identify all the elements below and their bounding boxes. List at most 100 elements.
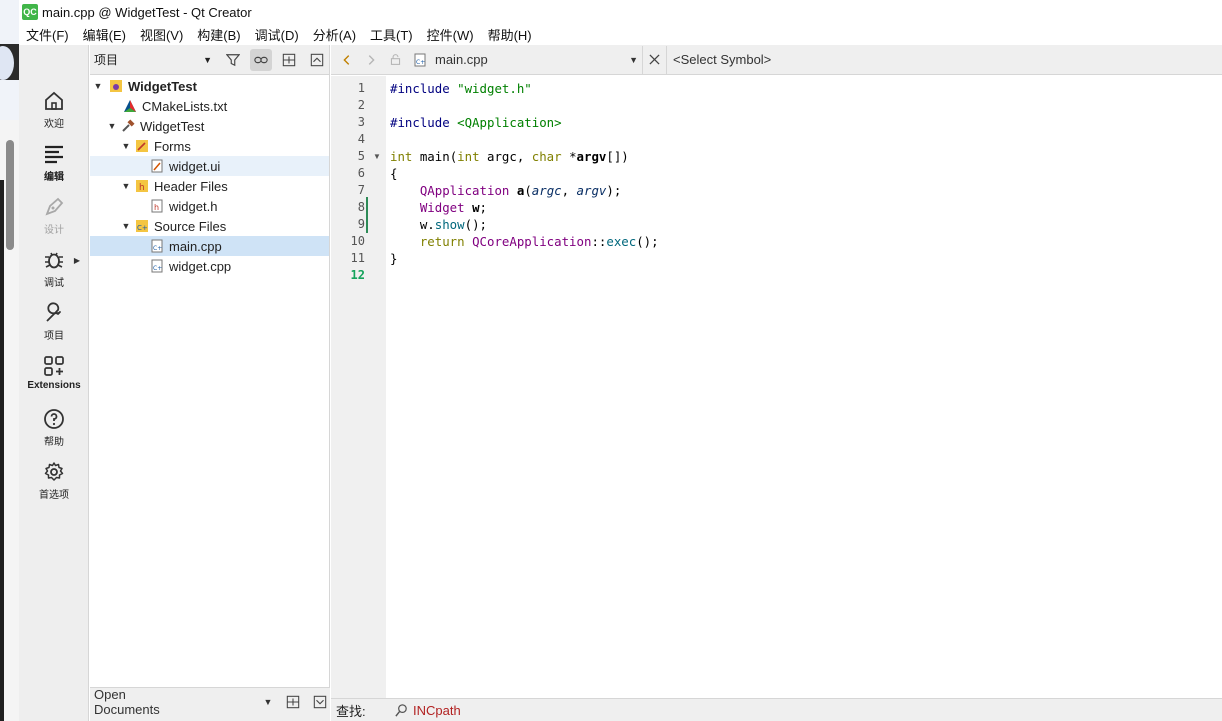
- search-icon: [395, 703, 407, 717]
- tree-item-label: widget.cpp: [169, 258, 232, 274]
- mode-preferences[interactable]: 首选项: [19, 454, 89, 506]
- code-line: w.show();: [419, 217, 487, 232]
- open-documents-selector[interactable]: Open Documents: [94, 687, 190, 717]
- tree-item-widget-h[interactable]: h widget.h: [90, 196, 329, 216]
- file-selector[interactable]: C+ main.cpp ▼: [407, 45, 643, 74]
- mode-debug[interactable]: 调试 ▶: [19, 242, 89, 294]
- title-bar: QC main.cpp @ WidgetTest - Qt Creator: [19, 0, 1222, 24]
- collapse-button[interactable]: [306, 49, 328, 71]
- expand-icon: [313, 695, 326, 709]
- tree-item-source-files[interactable]: ▼ C+ Source Files: [90, 216, 329, 236]
- desktop-edge: [0, 0, 19, 721]
- hammer-icon: [122, 119, 135, 132]
- split-button[interactable]: [278, 49, 300, 71]
- tree-item-widgettest-target[interactable]: ▼ WidgetTest: [90, 116, 329, 136]
- svg-text:C+: C+: [153, 245, 162, 252]
- find-input-value: INCpath: [413, 702, 461, 718]
- svg-text:C+: C+: [137, 224, 148, 232]
- find-input[interactable]: INCpath: [394, 703, 461, 718]
- add-split-icon: [282, 53, 296, 66]
- change-indicator: [366, 197, 368, 233]
- source-folder-icon: C+: [136, 220, 148, 232]
- menu-help[interactable]: 帮助(H): [481, 25, 539, 44]
- tree-item-main-cpp[interactable]: C+ main.cpp: [90, 236, 329, 256]
- find-bar: 查找: INCpath: [331, 698, 1222, 721]
- mode-projects[interactable]: 项目: [19, 295, 89, 347]
- expand-chevron-icon[interactable]: ▼: [120, 181, 132, 191]
- sync-link-button[interactable]: [250, 48, 272, 71]
- split-button[interactable]: [282, 691, 303, 713]
- expand-button[interactable]: [309, 691, 330, 713]
- find-label: 查找:: [336, 703, 366, 719]
- tree-item-widget-cpp[interactable]: C+ widget.cpp: [90, 256, 329, 276]
- view-selector[interactable]: 项目 ▼: [90, 45, 216, 75]
- menu-bar: 文件(F) 编辑(E) 视图(V) 构建(B) 调试(D) 分析(A) 工具(T…: [19, 24, 1222, 45]
- tree-item-label: main.cpp: [169, 238, 222, 254]
- window-title: main.cpp @ WidgetTest - Qt Creator: [42, 4, 252, 20]
- lock-button[interactable]: [383, 48, 407, 72]
- line-number-gutter: 1 2 3 4 5 6 7 8 9 10 11 12 ▼: [331, 76, 386, 698]
- chevron-down-icon: ▼: [629, 54, 638, 65]
- mode-label: 调试: [44, 278, 64, 289]
- tree-item-label: CMakeLists.txt: [142, 98, 228, 114]
- expand-chevron-icon[interactable]: ▼: [120, 221, 132, 231]
- menu-debug[interactable]: 调试(D): [248, 25, 306, 44]
- mode-welcome[interactable]: 欢迎: [19, 83, 89, 135]
- filter-button[interactable]: [222, 49, 244, 71]
- tree-item-cmakelists[interactable]: CMakeLists.txt: [90, 96, 329, 116]
- line-number: 4: [357, 132, 365, 146]
- tree-item-widgettest-root[interactable]: ▼ WidgetTest: [90, 76, 329, 96]
- ui-file-icon: [151, 159, 163, 173]
- expand-chevron-icon[interactable]: ▼: [120, 141, 132, 151]
- svg-text:h: h: [139, 183, 145, 193]
- mode-edit[interactable]: 编辑: [19, 136, 89, 188]
- tree-item-label: Forms: [154, 138, 191, 154]
- close-document-button[interactable]: [643, 45, 667, 74]
- help-icon: [44, 409, 64, 429]
- line-number: 1: [357, 81, 365, 95]
- chevron-down-icon: ▼: [203, 54, 212, 65]
- qt-creator-logo-icon: QC: [22, 4, 38, 20]
- mode-extensions[interactable]: Extensions: [19, 348, 89, 400]
- code-editor[interactable]: #include "widget.h" #include <QApplicati…: [390, 80, 1210, 284]
- back-button[interactable]: [335, 48, 359, 72]
- symbol-selector[interactable]: <Select Symbol>: [667, 52, 771, 67]
- tree-item-label: WidgetTest: [128, 78, 197, 94]
- line-number: 5: [357, 149, 365, 163]
- line-number: 2: [357, 98, 365, 112]
- chevron-down-icon[interactable]: ▼: [264, 697, 273, 707]
- tree-item-label: widget.h: [169, 198, 218, 214]
- fold-marker-icon[interactable]: ▼: [373, 152, 381, 161]
- line-number: 8: [357, 200, 365, 214]
- code-line: #include <QApplication>: [390, 115, 562, 130]
- menu-widgets[interactable]: 控件(W): [420, 25, 481, 44]
- editor-toolbar: C+ main.cpp ▼ <Select Symbol>: [331, 45, 1222, 75]
- menu-edit[interactable]: 编辑(E): [76, 25, 133, 44]
- mode-label: 设计: [44, 225, 64, 236]
- svg-text:C+: C+: [416, 59, 425, 66]
- expand-arrow-icon[interactable]: ▶: [74, 256, 80, 265]
- project-panel: 项目 ▼ ▼ WidgetTest CMakeLists.txt ▼ Widge…: [90, 45, 330, 721]
- tree-item-forms[interactable]: ▼ Forms: [90, 136, 329, 156]
- cpp-file-icon: C+: [151, 239, 163, 253]
- tree-item-header-files[interactable]: ▼ h Header Files: [90, 176, 329, 196]
- menu-view[interactable]: 视图(V): [133, 25, 190, 44]
- forward-button[interactable]: [359, 48, 383, 72]
- project-icon: [110, 80, 122, 92]
- expand-chevron-icon[interactable]: ▼: [92, 81, 104, 91]
- link-icon: [254, 56, 268, 63]
- mode-help[interactable]: 帮助: [19, 401, 89, 453]
- mode-label: 首选项: [39, 490, 69, 501]
- header-folder-icon: h: [136, 180, 148, 193]
- menu-file[interactable]: 文件(F): [19, 25, 76, 44]
- wrench-icon: [46, 302, 61, 322]
- mode-design[interactable]: 设计: [19, 189, 89, 241]
- expand-chevron-icon[interactable]: ▼: [106, 121, 118, 131]
- menu-analyze[interactable]: 分析(A): [306, 25, 363, 44]
- current-file-name: main.cpp: [435, 52, 488, 67]
- menu-build[interactable]: 构建(B): [190, 25, 247, 44]
- tree-item-widget-ui[interactable]: widget.ui: [90, 156, 329, 176]
- menu-tools[interactable]: 工具(T): [363, 25, 420, 44]
